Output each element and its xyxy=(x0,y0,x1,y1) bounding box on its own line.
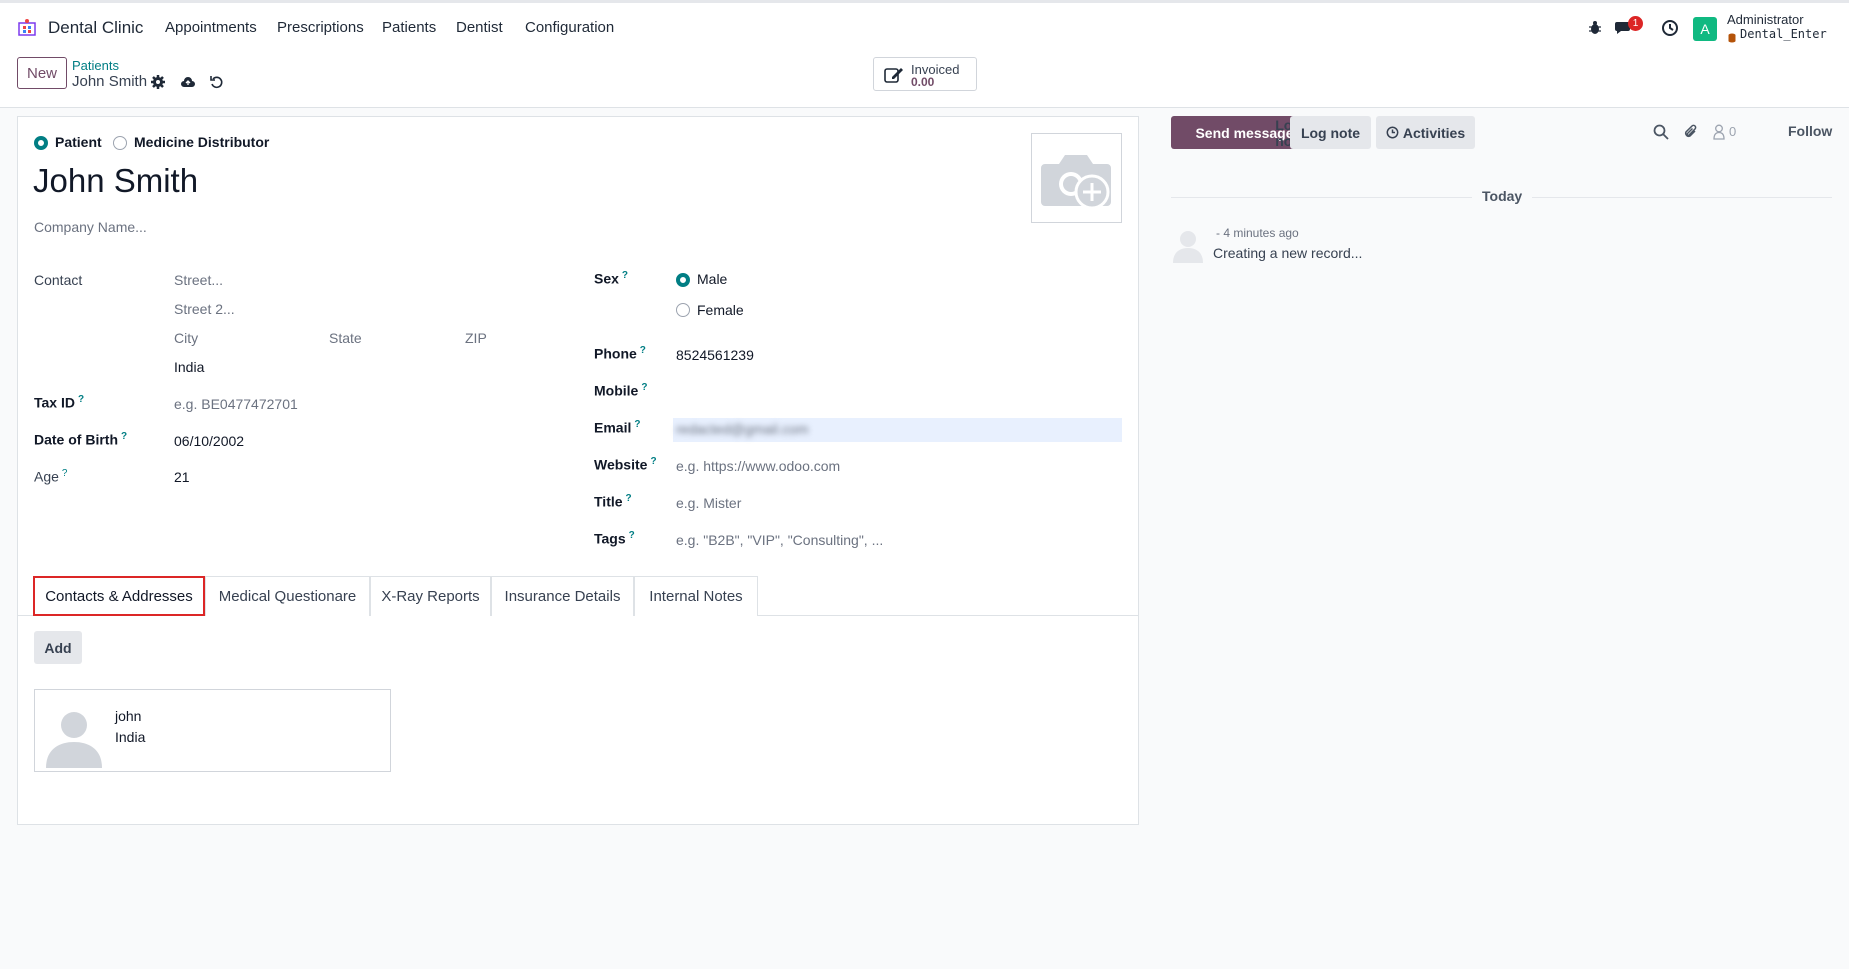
user-avatar[interactable]: A xyxy=(1693,17,1717,41)
patient-radio[interactable] xyxy=(34,136,48,150)
company-name-field[interactable]: Company Name... xyxy=(34,219,147,235)
contact-avatar-icon xyxy=(43,706,105,768)
tab-contacts-addresses[interactable]: Contacts & Addresses xyxy=(33,576,205,616)
website-label: Website? xyxy=(594,456,657,473)
tab-xray-reports[interactable]: X-Ray Reports xyxy=(370,576,491,616)
country-field[interactable]: India xyxy=(174,359,204,375)
menu-patients[interactable]: Patients xyxy=(382,19,436,36)
zip-field[interactable]: ZIP xyxy=(465,330,487,346)
log-note-btn[interactable]: Log note xyxy=(1290,116,1371,149)
patient-name-field[interactable]: John Smith xyxy=(33,162,198,200)
new-button[interactable]: New xyxy=(17,57,67,89)
tab-internal-notes[interactable]: Internal Notes xyxy=(634,576,758,616)
image-upload[interactable] xyxy=(1031,133,1122,223)
follow-button[interactable]: Follow xyxy=(1788,123,1832,139)
taxid-field[interactable]: e.g. BE0477472701 xyxy=(174,396,298,412)
add-contact-button[interactable]: Add xyxy=(34,631,82,664)
activities-label: Activities xyxy=(1402,124,1466,141)
distributor-radio[interactable] xyxy=(113,136,127,150)
camera-add-icon xyxy=(1041,148,1113,210)
phone-field[interactable]: 8524561239 xyxy=(676,347,754,363)
menu-appointments[interactable]: Appointments xyxy=(165,19,257,36)
top-navbar: Dental Clinic Appointments Prescriptions… xyxy=(0,0,1849,52)
activities-clock-icon xyxy=(1386,126,1399,139)
sex-label: Sex? xyxy=(594,270,629,287)
state-field[interactable]: State xyxy=(329,330,362,346)
title-label: Title? xyxy=(594,493,632,510)
menu-configuration[interactable]: Configuration xyxy=(525,19,614,36)
database-name: Dental_Enter xyxy=(1740,27,1827,41)
message-body: Creating a new record... xyxy=(1213,245,1363,261)
dob-field[interactable]: 06/10/2002 xyxy=(174,433,244,449)
breadcrumb-current: John Smith xyxy=(72,73,148,90)
message-author-avatar xyxy=(1170,227,1206,263)
menu-dentist[interactable]: Dentist xyxy=(456,19,503,36)
age-field: 21 xyxy=(174,469,190,485)
patient-radio-label[interactable]: Patient xyxy=(55,134,102,150)
followers-user-icon[interactable] xyxy=(1713,124,1725,140)
male-radio-label[interactable]: Male xyxy=(697,271,727,287)
email-field[interactable]: redacted@gmail.com xyxy=(673,418,1122,442)
email-label: Email? xyxy=(594,419,641,436)
user-name[interactable]: Administrator xyxy=(1727,12,1804,27)
invoiced-smart-button[interactable]: Invoiced 0.00 xyxy=(873,57,977,91)
email-value: redacted@gmail.com xyxy=(676,421,809,437)
database-icon xyxy=(1728,30,1736,43)
tags-label: Tags? xyxy=(594,530,635,547)
menu-prescriptions[interactable]: Prescriptions xyxy=(277,19,364,36)
app-name[interactable]: Dental Clinic xyxy=(48,18,143,38)
breadcrumb-patients[interactable]: Patients xyxy=(72,58,119,73)
female-radio-label[interactable]: Female xyxy=(697,302,744,318)
female-radio[interactable] xyxy=(676,303,690,317)
attachment-paperclip-icon[interactable] xyxy=(1683,123,1699,141)
app-grid-icon[interactable] xyxy=(18,18,36,36)
gear-icon[interactable] xyxy=(150,74,166,90)
taxid-label: Tax ID? xyxy=(34,394,85,411)
followers-count: 0 xyxy=(1729,124,1737,139)
discard-undo-icon[interactable] xyxy=(209,74,225,90)
notebook-tabs: Contacts & Addresses Medical Questionare… xyxy=(17,576,1139,616)
contact-card-country: India xyxy=(115,729,146,745)
activity-clock-icon[interactable] xyxy=(1661,19,1679,37)
contact-card-name: john xyxy=(115,708,142,724)
mobile-field[interactable] xyxy=(676,380,1122,402)
age-label: Age? xyxy=(34,468,68,485)
today-separator-label: Today xyxy=(1472,188,1533,204)
male-radio[interactable] xyxy=(676,273,690,287)
bug-icon[interactable] xyxy=(1587,20,1603,36)
tab-medical-questionare[interactable]: Medical Questionare xyxy=(205,576,370,616)
dob-label: Date of Birth? xyxy=(34,431,128,448)
save-cloud-icon[interactable] xyxy=(180,74,196,90)
contact-label: Contact xyxy=(34,272,83,288)
control-panel: New Patients John Smith Invoiced 0.00 xyxy=(0,52,1849,108)
tags-field[interactable]: e.g. "B2B", "VIP", "Consulting", ... xyxy=(676,532,883,548)
street2-field[interactable]: Street 2... xyxy=(174,301,235,317)
phone-label: Phone? xyxy=(594,345,646,362)
messages-badge: 1 xyxy=(1628,16,1643,31)
smart-value: 0.00 xyxy=(911,75,935,89)
title-field[interactable]: e.g. Mister xyxy=(676,495,741,511)
invoice-pencil-icon xyxy=(884,66,904,84)
activities-button[interactable]: Activities xyxy=(1376,116,1475,149)
mobile-label: Mobile? xyxy=(594,382,648,399)
message-timestamp: - 4 minutes ago xyxy=(1216,226,1299,240)
contact-card[interactable]: john India xyxy=(34,689,391,772)
distributor-radio-label[interactable]: Medicine Distributor xyxy=(134,134,269,150)
street-field[interactable]: Street... xyxy=(174,272,223,288)
tab-insurance-details[interactable]: Insurance Details xyxy=(491,576,634,616)
website-field[interactable]: e.g. https://www.odoo.com xyxy=(676,458,840,474)
city-field[interactable]: City xyxy=(174,330,198,346)
chatter-search-icon[interactable] xyxy=(1653,124,1669,140)
